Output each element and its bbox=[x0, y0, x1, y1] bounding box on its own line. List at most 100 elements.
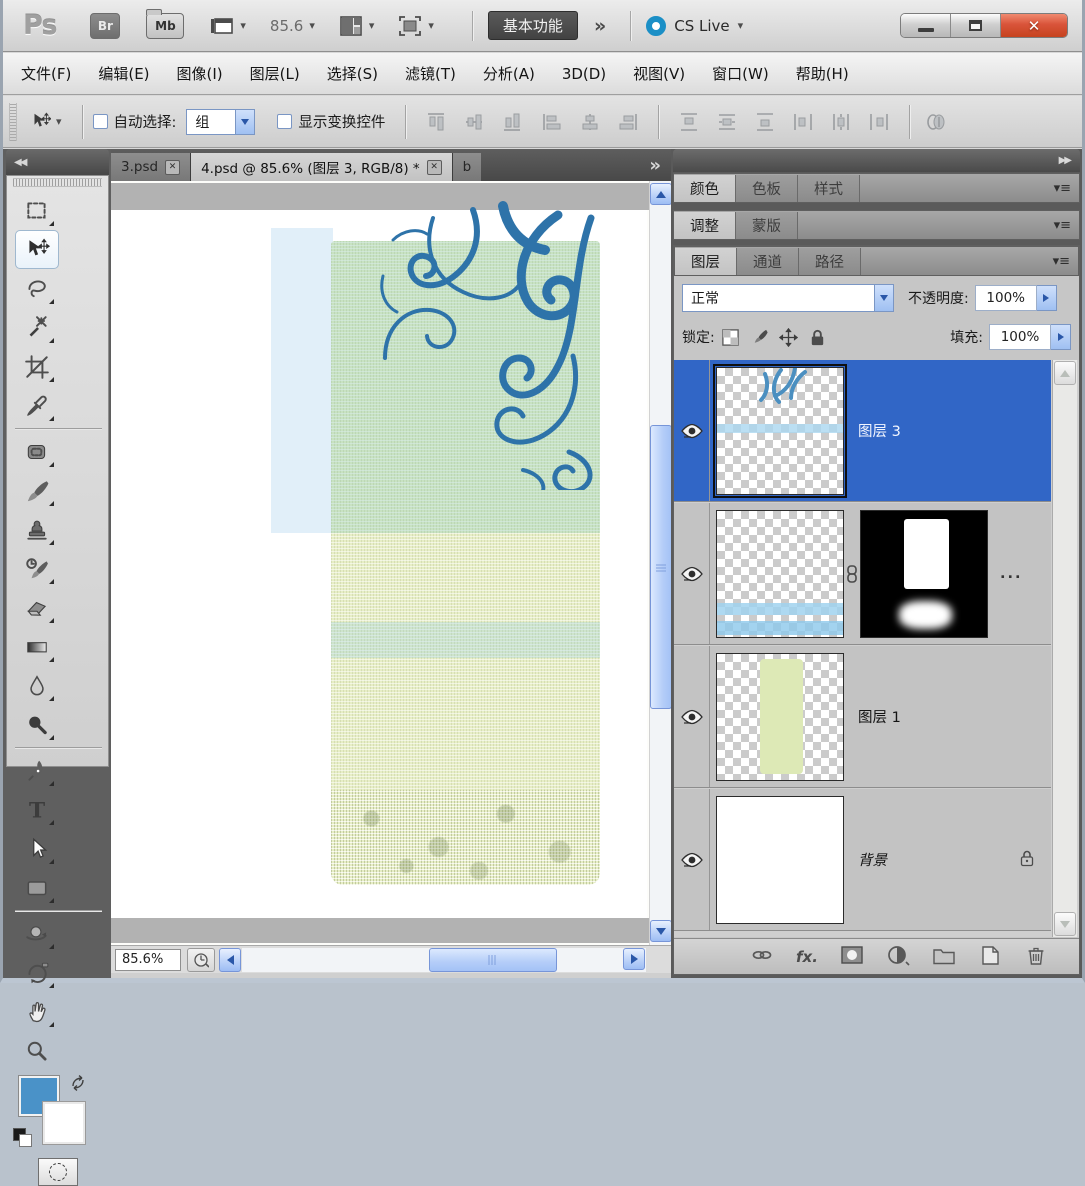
background-color-swatch[interactable] bbox=[43, 1102, 85, 1144]
type-tool-button[interactable]: T bbox=[15, 790, 59, 829]
layer-style-button[interactable]: fx. bbox=[796, 948, 818, 966]
layer-name[interactable]: 图层 3 bbox=[858, 420, 901, 441]
lock-position-button[interactable] bbox=[779, 328, 798, 347]
toolbox-grip[interactable] bbox=[13, 178, 102, 187]
launch-mini-bridge-button[interactable]: Mb bbox=[146, 13, 184, 39]
menu-select[interactable]: 选择(S) bbox=[327, 63, 378, 84]
auto-select-target-dropdown[interactable]: 组 bbox=[186, 109, 255, 135]
link-layers-button[interactable] bbox=[750, 944, 774, 970]
3d-roll-tool-button[interactable] bbox=[15, 953, 59, 992]
distribute-top-edges-button[interactable] bbox=[677, 110, 701, 134]
menu-3d[interactable]: 3D(D) bbox=[562, 65, 606, 83]
pen-tool-button[interactable] bbox=[15, 751, 59, 790]
crop-tool-button[interactable] bbox=[15, 347, 59, 386]
screen-mode-button[interactable]: ▾ bbox=[398, 15, 434, 37]
path-selection-tool-button[interactable] bbox=[15, 829, 59, 868]
distribute-bottom-edges-button[interactable] bbox=[753, 110, 777, 134]
align-left-edges-button[interactable] bbox=[540, 110, 564, 134]
distribute-horizontal-centers-button[interactable] bbox=[829, 110, 853, 134]
scroll-up-button[interactable] bbox=[650, 183, 671, 205]
menu-view[interactable]: 视图(V) bbox=[633, 63, 685, 84]
menu-file[interactable]: 文件(F) bbox=[21, 63, 71, 84]
visibility-toggle[interactable] bbox=[674, 789, 710, 930]
arrange-documents-button[interactable]: ▾ bbox=[339, 15, 375, 37]
document-canvas[interactable] bbox=[111, 210, 647, 918]
align-vertical-centers-button[interactable] bbox=[462, 110, 486, 134]
status-info-button[interactable] bbox=[187, 948, 215, 972]
fill-value-field[interactable]: 100% bbox=[989, 324, 1051, 350]
document-tab-partial[interactable]: b bbox=[453, 153, 482, 181]
align-right-edges-button[interactable] bbox=[616, 110, 640, 134]
layer-row-layer3[interactable]: 图层 3 bbox=[674, 360, 1051, 502]
options-bar-grip[interactable] bbox=[9, 103, 17, 141]
horizontal-scrollbar[interactable] bbox=[219, 948, 669, 972]
zoom-level-control[interactable]: 85.6 ▾ bbox=[270, 17, 315, 35]
default-colors-icon[interactable] bbox=[13, 1128, 26, 1141]
tab-channels[interactable]: 通道 bbox=[737, 248, 799, 275]
layer-name[interactable]: ... bbox=[1000, 566, 1023, 582]
tab-adjustments[interactable]: 调整 bbox=[674, 212, 736, 239]
lasso-tool-button[interactable] bbox=[15, 269, 59, 308]
visibility-toggle[interactable] bbox=[674, 360, 710, 501]
dropdown-button[interactable] bbox=[874, 285, 893, 311]
distribute-vertical-centers-button[interactable] bbox=[715, 110, 739, 134]
panel-menu-icon[interactable]: ▾≡ bbox=[1054, 218, 1071, 233]
vertical-scrollbar-thumb[interactable] bbox=[650, 425, 671, 709]
auto-select-checkbox[interactable] bbox=[93, 114, 108, 129]
layer-row-background[interactable]: 背景 bbox=[674, 789, 1051, 931]
launch-bridge-button[interactable]: Br bbox=[90, 13, 120, 39]
horizontal-scrollbar-thumb[interactable] bbox=[429, 948, 557, 972]
app-bar[interactable]: Ps Br Mb ▾ 85.6 ▾ ▾ bbox=[3, 0, 1082, 52]
tab-close-button[interactable]: ✕ bbox=[165, 160, 180, 175]
layer-name[interactable]: 图层 1 bbox=[858, 706, 901, 727]
menu-edit[interactable]: 编辑(E) bbox=[98, 63, 149, 84]
workspace-overflow-chevron[interactable]: » bbox=[594, 15, 606, 37]
menu-filter[interactable]: 滤镜(T) bbox=[405, 63, 456, 84]
eyedropper-tool-button[interactable] bbox=[15, 386, 59, 425]
quick-mask-button[interactable] bbox=[38, 1158, 78, 1186]
minimize-button[interactable] bbox=[901, 14, 951, 37]
menu-help[interactable]: 帮助(H) bbox=[796, 63, 849, 84]
layer-thumbnail[interactable] bbox=[716, 367, 844, 495]
dropdown-button[interactable] bbox=[235, 110, 254, 134]
blend-mode-dropdown[interactable]: 正常 bbox=[682, 284, 894, 312]
close-button[interactable]: ✕ bbox=[1001, 14, 1067, 37]
align-horizontal-centers-button[interactable] bbox=[578, 110, 602, 134]
hand-tool-button[interactable] bbox=[15, 992, 59, 1031]
menu-layer[interactable]: 图层(L) bbox=[250, 63, 300, 84]
tab-close-button[interactable]: ✕ bbox=[427, 160, 442, 175]
scroll-left-button[interactable] bbox=[219, 948, 241, 972]
canvas-viewport[interactable] bbox=[111, 181, 671, 945]
tab-overflow-chevron[interactable]: » bbox=[649, 155, 661, 176]
move-tool-button[interactable] bbox=[15, 230, 59, 269]
menu-analysis[interactable]: 分析(A) bbox=[483, 63, 535, 84]
tab-paths[interactable]: 路径 bbox=[799, 248, 861, 275]
align-top-edges-button[interactable] bbox=[424, 110, 448, 134]
cs-live-button[interactable]: CS Live ▾ bbox=[646, 16, 743, 36]
visibility-toggle[interactable] bbox=[674, 503, 710, 644]
align-bottom-edges-button[interactable] bbox=[500, 110, 524, 134]
add-mask-button[interactable] bbox=[840, 944, 864, 970]
zoom-tool-button[interactable] bbox=[15, 1031, 59, 1070]
distribute-left-edges-button[interactable] bbox=[791, 110, 815, 134]
adjustment-layer-button[interactable] bbox=[886, 944, 910, 970]
panels-collapse-bar[interactable]: ▶▶ bbox=[673, 149, 1080, 172]
layers-scrollbar[interactable] bbox=[1052, 360, 1077, 937]
panel-menu-icon[interactable]: ▾≡ bbox=[1054, 181, 1071, 196]
vertical-scrollbar[interactable] bbox=[649, 181, 671, 945]
tools-collapse-bar[interactable]: ◀◀ bbox=[6, 149, 109, 175]
blur-tool-button[interactable] bbox=[15, 666, 59, 705]
gradient-tool-button[interactable] bbox=[15, 627, 59, 666]
history-brush-tool-button[interactable] bbox=[15, 549, 59, 588]
brush-tool-button[interactable] bbox=[15, 471, 59, 510]
layer-thumbnail[interactable] bbox=[716, 653, 844, 781]
scroll-right-button[interactable] bbox=[623, 948, 645, 970]
swap-colors-icon[interactable] bbox=[69, 1074, 87, 1096]
delete-layer-button[interactable] bbox=[1024, 944, 1048, 970]
lock-pixels-button[interactable] bbox=[750, 328, 769, 347]
layer-row-layer1[interactable]: 图层 1 bbox=[674, 646, 1051, 788]
auto-align-layers-button[interactable] bbox=[924, 110, 948, 134]
restore-button[interactable] bbox=[951, 14, 1001, 37]
new-layer-button[interactable] bbox=[978, 944, 1002, 970]
lock-transparency-button[interactable] bbox=[721, 328, 740, 347]
